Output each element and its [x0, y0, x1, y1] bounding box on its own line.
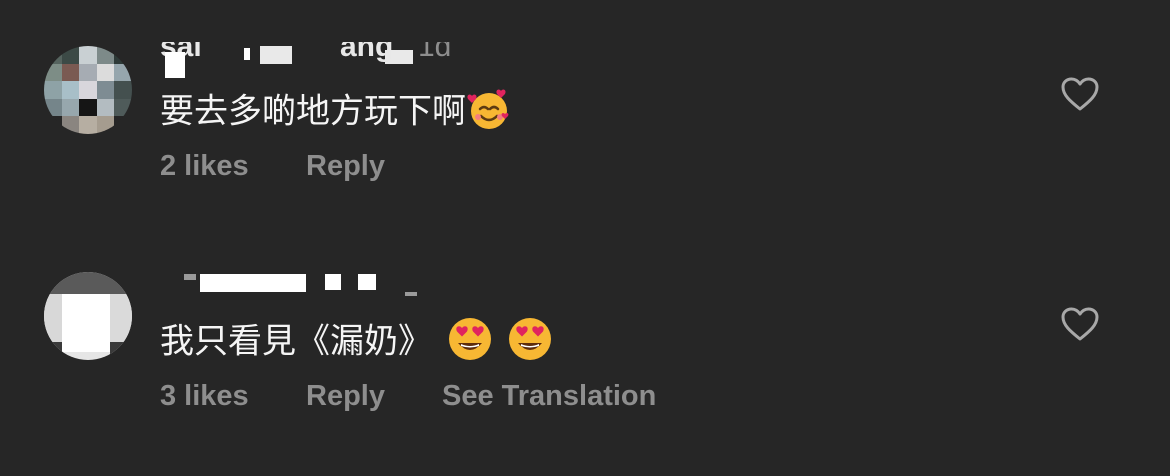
comment-item: sai ang 1d 要去多啲地方玩下啊 2 likes Reply: [0, 38, 1170, 238]
avatar-pixel: [79, 63, 97, 82]
avatar-pixel: [61, 81, 80, 99]
avatar-pixel: [79, 116, 97, 134]
redaction-mask: [358, 274, 376, 290]
avatar-pixel: [96, 81, 115, 99]
avatar-pixel: [110, 342, 132, 360]
avatar-pixel: [61, 98, 80, 117]
username-fragment: ang: [340, 42, 394, 63]
avatar[interactable]: [44, 272, 132, 360]
avatar-pixel: [96, 98, 115, 117]
heart-outline-icon[interactable]: [1060, 76, 1100, 112]
avatar-pixel: [114, 63, 132, 82]
avatar-pixel: [96, 116, 115, 134]
see-translation-button[interactable]: See Translation: [442, 380, 656, 413]
redaction-mask: [244, 48, 250, 60]
avatar-pixel: [44, 294, 62, 342]
avatar-pixel: [96, 63, 115, 82]
avatar-pixel: [79, 81, 97, 99]
avatar-pixel: [44, 98, 62, 117]
avatar-pixel: [79, 98, 97, 117]
comment-body: 要去多啲地方玩下啊: [160, 86, 512, 141]
avatar-pixel: [114, 81, 132, 99]
redaction-mask: [200, 274, 306, 292]
redaction-mask: [405, 292, 417, 296]
comment-body: 我只看見《漏奶》: [160, 316, 553, 371]
avatar-pixel: [44, 46, 62, 64]
reply-button[interactable]: Reply: [306, 380, 385, 413]
avatar-pixel: [62, 294, 110, 352]
username[interactable]: sai ang 1d: [160, 42, 460, 68]
avatar-pixel: [114, 116, 132, 134]
likes-count[interactable]: 3 likes: [160, 380, 249, 413]
heart-eyes-icon: [447, 316, 493, 371]
avatar-pixel: [79, 46, 97, 64]
redaction-mask: [184, 274, 196, 280]
avatar-pixel: [44, 116, 62, 134]
avatar-pixel: [61, 116, 80, 134]
comment-text: 要去多啲地方玩下啊: [160, 92, 466, 131]
comment-text: 我只看見《漏奶》: [160, 322, 432, 361]
smiling-face-with-hearts-icon: [466, 86, 512, 141]
avatar-pixel: [61, 46, 80, 64]
avatar-pixel: [44, 63, 62, 82]
redaction-mask: [260, 46, 292, 64]
avatar-pixel: [110, 294, 132, 342]
avatar-pixel: [44, 81, 62, 99]
avatar-pixel: [96, 46, 115, 64]
redaction-mask: [165, 52, 185, 78]
comment-timestamp: 1d: [418, 42, 452, 63]
avatar-pixel: [44, 272, 132, 294]
heart-outline-icon[interactable]: [1060, 306, 1100, 342]
comment-item: 我只看見《漏奶》 3 likes Reply See Translation: [0, 268, 1170, 468]
reply-button[interactable]: Reply: [306, 150, 385, 183]
heart-eyes-icon: [507, 316, 553, 371]
avatar-pixel: [114, 46, 132, 64]
redaction-mask: [325, 274, 341, 290]
avatar[interactable]: [44, 46, 132, 134]
avatar-pixel: [44, 342, 62, 360]
avatar-pixel: [114, 98, 132, 117]
avatar-pixel: [61, 63, 80, 82]
likes-count[interactable]: 2 likes: [160, 150, 249, 183]
